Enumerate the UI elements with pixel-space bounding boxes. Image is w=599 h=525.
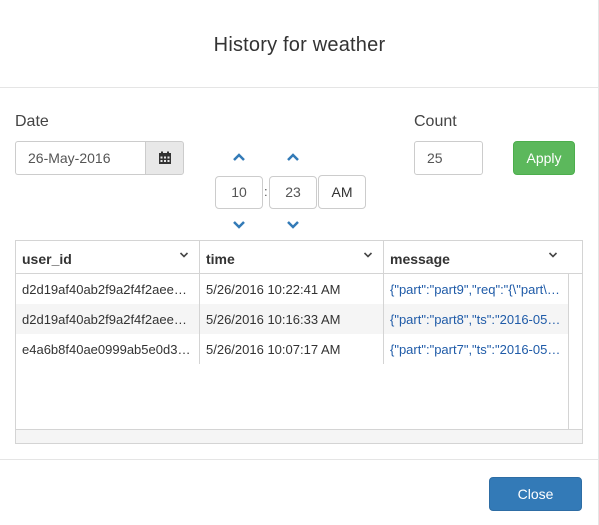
date-label: Date [15, 113, 49, 130]
hour-increment-icon[interactable] [231, 151, 247, 163]
grid-header: user_id time message [16, 241, 582, 274]
history-grid: user_id time message d2d19af40ab2f9a2f4f… [15, 240, 583, 444]
count-input[interactable]: 25 [414, 141, 483, 175]
apply-button[interactable]: Apply [513, 141, 575, 175]
dialog-title: History for weather [213, 34, 386, 56]
cell-time: 5/26/2016 10:22:41 AM [200, 274, 384, 304]
cell-message: {"part":"part9","req":"{\"part\":\"part9… [390, 282, 568, 297]
cell-time: 5/26/2016 10:07:17 AM [200, 334, 384, 364]
calendar-icon [158, 151, 171, 164]
cell-time: 5/26/2016 10:16:33 AM [200, 304, 384, 334]
chevron-down-icon[interactable] [548, 251, 558, 259]
horizontal-scrollbar[interactable] [16, 429, 582, 443]
column-header-label: message [390, 251, 450, 267]
count-label: Count [414, 113, 457, 130]
minute-decrement-icon[interactable] [285, 218, 301, 230]
cell-user-id: d2d19af40ab2f9a2f4f2aee4f0b3c1a7 [16, 274, 200, 304]
hour-input[interactable]: 10 [215, 176, 263, 209]
date-input[interactable]: 26-May-2016 [15, 141, 145, 175]
column-header-label: user_id [22, 251, 72, 267]
table-row[interactable]: e4a6b8f40ae0999ab5e0d3c2a1f7 5/26/2016 1… [16, 334, 568, 364]
close-button[interactable]: Close [489, 477, 582, 511]
table-row[interactable]: d2d19af40ab2f9a2f4f2aee4f0b3c1a7 5/26/20… [16, 274, 568, 304]
minute-input[interactable]: 23 [269, 176, 317, 209]
minute-increment-icon[interactable] [285, 151, 301, 163]
chevron-down-icon[interactable] [363, 251, 373, 259]
column-header-time[interactable]: time [200, 241, 384, 274]
am-pm-toggle[interactable]: AM [318, 175, 366, 209]
cell-message: {"part":"part8","ts":"2016-05-26"} [390, 312, 568, 327]
cell-user-id: e4a6b8f40ae0999ab5e0d3c2a1f7 [16, 334, 200, 364]
cell-message: {"part":"part7","ts":"2016-05-26"} [390, 342, 568, 357]
column-header-message[interactable]: message [384, 241, 582, 274]
vertical-scrollbar[interactable] [568, 274, 582, 429]
dialog-header: History for weather [0, 0, 599, 88]
time-separator: : [264, 184, 268, 199]
column-header-user-id[interactable]: user_id [16, 241, 200, 274]
chevron-down-icon[interactable] [179, 251, 189, 259]
column-header-label: time [206, 251, 235, 267]
table-row[interactable]: d2d19af40ab2f9a2f4f2aee4f0b3c1a7 5/26/20… [16, 304, 568, 334]
hour-decrement-icon[interactable] [231, 218, 247, 230]
cell-user-id: d2d19af40ab2f9a2f4f2aee4f0b3c1a7 [16, 304, 200, 334]
calendar-button[interactable] [145, 141, 184, 175]
history-dialog: History for weather Date 26-May-2016 10 … [0, 0, 599, 525]
